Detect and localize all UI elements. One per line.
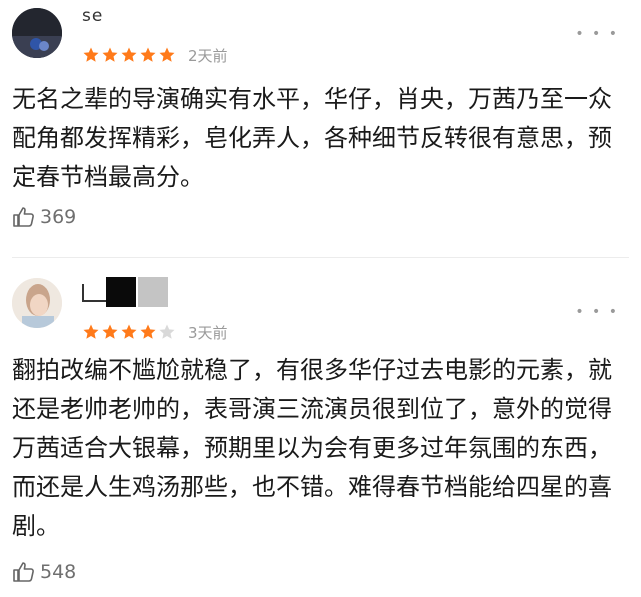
like-button[interactable]: 369 [12, 205, 76, 229]
star-filled-icon [102, 324, 118, 339]
review-text: 无名之辈的导演确实有水平，华仔，肖央，万茜乃至一众配角都发挥精彩，皂化弄人，各种… [12, 85, 612, 191]
review-card: se 2天前 • • • 无名之辈的导演确实有水平，华仔，肖央，万茜乃至一众配角… [0, 0, 641, 250]
user-name[interactable]: se [82, 6, 103, 26]
review-time: 3天前 [188, 324, 228, 342]
star-empty-icon [159, 324, 175, 339]
user-name-redacted [106, 277, 136, 307]
thumbs-up-icon [13, 562, 34, 582]
user-badge [82, 284, 106, 302]
thumbs-up-icon [13, 207, 34, 227]
star-filled-icon [102, 47, 118, 62]
star-filled-icon [83, 47, 99, 62]
like-button[interactable]: 548 [12, 560, 76, 584]
star-filled-icon [140, 324, 156, 339]
star-filled-icon [140, 47, 156, 62]
review-time: 2天前 [188, 47, 228, 65]
like-count: 369 [40, 206, 77, 228]
star-filled-icon [159, 47, 175, 62]
more-options-button[interactable]: • • • [575, 26, 619, 42]
star-filled-icon [83, 324, 99, 339]
star-filled-icon [121, 47, 137, 62]
more-options-button[interactable]: • • • [575, 304, 619, 320]
avatar[interactable] [12, 8, 62, 58]
review-text: 翻拍改编不尴尬就稳了，有很多华仔过去电影的元素，就还是老帅老帅的，表哥演三流演员… [12, 356, 612, 540]
avatar-image [12, 8, 62, 58]
star-rating [82, 46, 177, 64]
star-filled-icon [121, 324, 137, 339]
like-count: 548 [40, 561, 77, 583]
avatar-image [12, 278, 62, 328]
user-name-redacted [138, 277, 168, 307]
avatar[interactable] [12, 278, 62, 328]
review-card: 3天前 • • • 翻拍改编不尴尬就稳了，有很多华仔过去电影的元素，就还是老帅老… [0, 258, 641, 597]
star-rating [82, 323, 177, 341]
